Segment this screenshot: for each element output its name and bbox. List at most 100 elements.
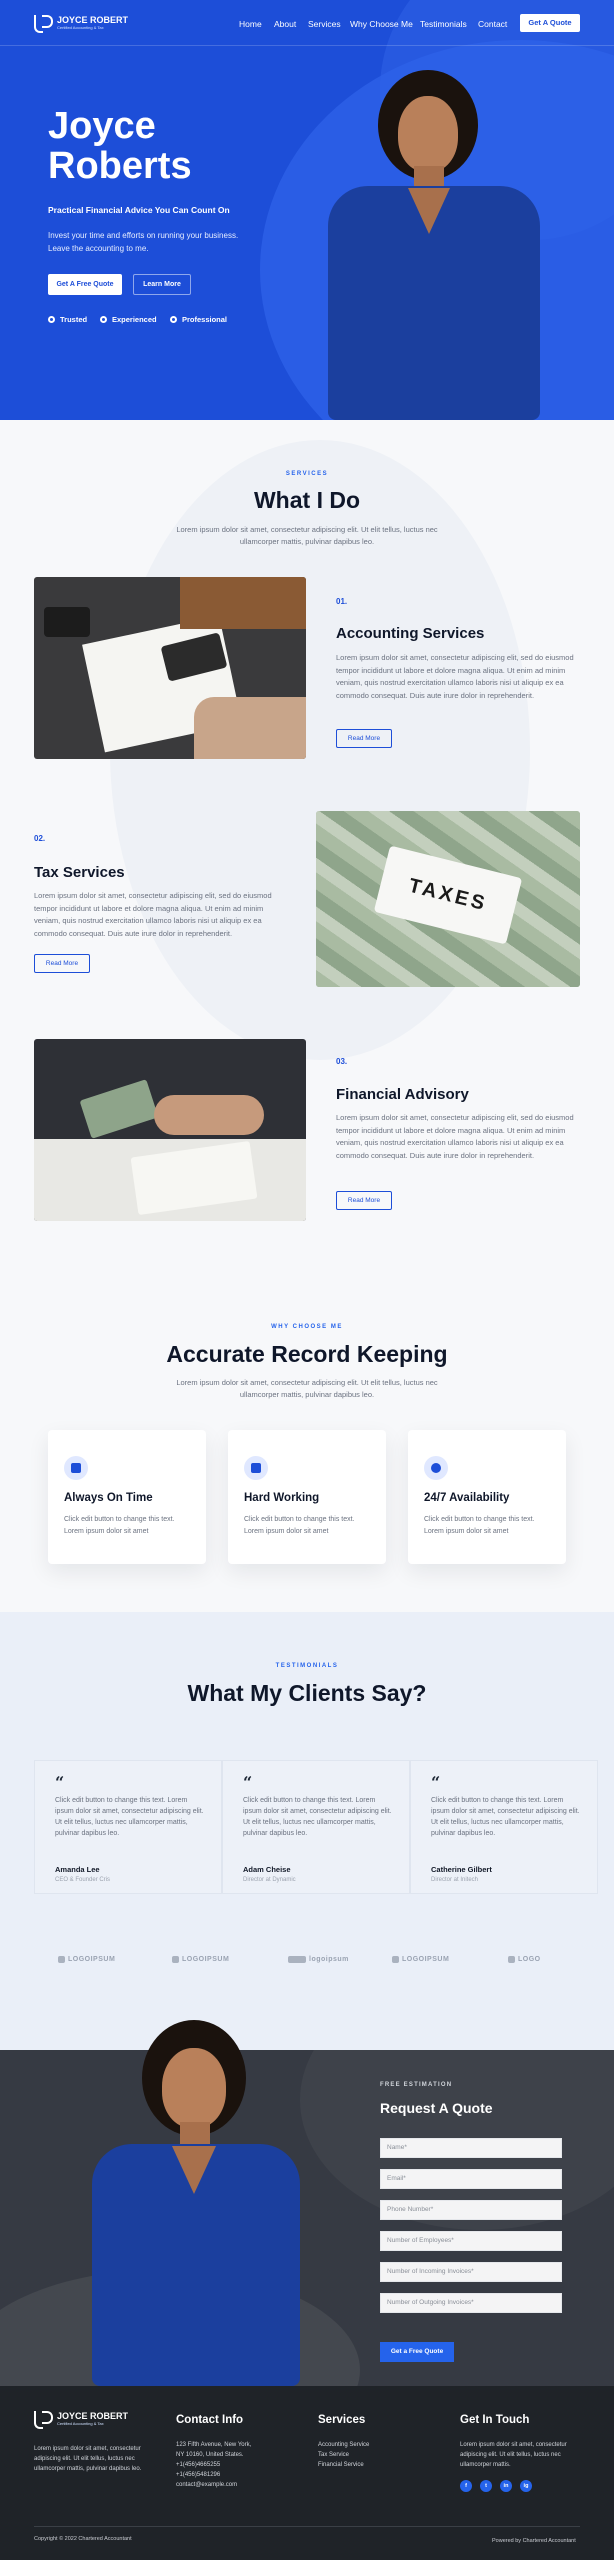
check-circle-icon [100, 316, 107, 323]
footer-service-link[interactable]: Tax Service [318, 2450, 349, 2460]
badge-trusted: Trusted [48, 315, 87, 324]
testimonial-role: Director at Initech [431, 1877, 479, 1883]
logo-icon [34, 2411, 53, 2429]
nav-services[interactable]: Services [308, 19, 341, 29]
footer-logo[interactable]: JOYCE ROBERT Certified Accounting & Tax [34, 2411, 128, 2429]
quote-icon: “ [55, 1773, 65, 1792]
hero-title-line1: Joyce [48, 105, 156, 147]
badge-professional: Professional [170, 315, 227, 324]
service-text: Lorem ipsum dolor sit amet, consectetur … [336, 653, 574, 700]
testimonial-role: CEO & Founder Cris [55, 1877, 111, 1883]
testimonials-eyebrow: TESTIMONIALS [275, 1663, 339, 1669]
hero-description: Invest your time and efforts on running … [48, 231, 239, 253]
service-text: Lorem ipsum dolor sit amet, consectetur … [336, 1113, 574, 1160]
nav-home[interactable]: Home [239, 19, 262, 29]
badge-label: Experienced [112, 315, 157, 324]
check-circle-icon [170, 316, 177, 323]
free-quote-button[interactable]: Get A Free Quote [48, 274, 122, 295]
partner-logo: LOGO [508, 1956, 541, 1963]
nav-why-choose-me[interactable]: Why Choose Me [350, 19, 413, 29]
partner-logo-text: LOGO [518, 1956, 541, 1963]
testimonial-name: Adam Cheise [243, 1865, 291, 1874]
partner-logo-text: logoipsum [309, 1956, 349, 1963]
read-more-button[interactable]: Read More [336, 1191, 392, 1210]
testimonials-heading: What My Clients Say? [187, 1680, 427, 1706]
feature-text: Click edit button to change this text. L… [64, 1516, 175, 1535]
testimonial-name: Amanda Lee [55, 1865, 100, 1874]
why-heading: Accurate Record Keeping [166, 1341, 448, 1367]
services-heading: What I Do [253, 487, 361, 513]
testimonial-name: Catherine Gilbert [431, 1865, 492, 1874]
touch-heading: Get In Touch [460, 2414, 530, 2426]
brand-name: JOYCE ROBERT [57, 15, 129, 25]
testimonial-card: “ Click edit button to change this text.… [222, 1760, 410, 1894]
contact-phone[interactable]: +1(456)4665255 [176, 2460, 220, 2470]
partner-logo-text: LOGOIPSUM [182, 1956, 230, 1963]
footer-about: Lorem ipsum dolor sit amet, consectetur … [34, 2446, 142, 2472]
hero-portrait [320, 70, 560, 420]
clock-icon [424, 1456, 448, 1480]
quote-icon: “ [243, 1773, 253, 1792]
powered-by: Powered by Chartered Accountant [492, 2538, 576, 2544]
linkedin-icon[interactable]: in [500, 2480, 512, 2492]
nav-about[interactable]: About [274, 19, 296, 29]
outgoing-invoices-field[interactable]: Number of Outgoing Invoices* [380, 2293, 562, 2313]
learn-more-button[interactable]: Learn More [133, 274, 191, 295]
partner-logo: logoipsum [288, 1956, 349, 1963]
instagram-icon[interactable]: ig [520, 2480, 532, 2492]
feature-text: Click edit button to change this text. L… [424, 1516, 535, 1535]
nav-testimonials[interactable]: Testimonials [420, 19, 467, 29]
contact-phone[interactable]: +1(456)5481296 [176, 2470, 220, 2480]
name-field[interactable]: Name* [380, 2138, 562, 2158]
facebook-icon[interactable]: f [460, 2480, 472, 2492]
quote-icon: “ [431, 1773, 441, 1792]
check-circle-icon [48, 316, 55, 323]
contact-heading: Contact Info [176, 2414, 244, 2426]
hero-subtitle: Practical Financial Advice You Can Count… [48, 205, 230, 215]
request-eyebrow: FREE ESTIMATION [380, 2082, 453, 2088]
email-field[interactable]: Email* [380, 2169, 562, 2189]
services-footer-heading: Services [318, 2414, 366, 2426]
request-heading: Request A Quote [380, 2100, 493, 2116]
brand-tagline: Certified Accounting & Tax [57, 25, 104, 30]
feature-card: Hard Working Click edit button to change… [228, 1430, 386, 1564]
read-more-button[interactable]: Read More [336, 729, 392, 748]
service-number: 01. [336, 597, 348, 606]
testimonial-quote: Click edit button to change this text. L… [55, 1797, 204, 1837]
get-free-quote-button[interactable]: Get a Free Quote [380, 2342, 454, 2362]
service-text: Lorem ipsum dolor sit amet, consectetur … [34, 891, 272, 938]
why-eyebrow: WHY CHOOSE ME [271, 1324, 343, 1330]
service-title: Financial Advisory [336, 1086, 469, 1103]
employees-field[interactable]: Number of Employees* [380, 2231, 562, 2251]
contact-email[interactable]: contact@example.com [176, 2480, 237, 2490]
tax-image: TAXES [316, 811, 580, 987]
logo[interactable]: JOYCE ROBERT Certified Accounting & Tax [34, 15, 129, 33]
nav-contact[interactable]: Contact [478, 19, 507, 29]
feature-card: Always On Time Click edit button to chan… [48, 1430, 206, 1564]
calendar-check-icon [64, 1456, 88, 1480]
service-number: 02. [34, 834, 46, 843]
testimonial-card: “ Click edit button to change this text.… [34, 1760, 222, 1894]
footer-service-link[interactable]: Financial Service [318, 2460, 364, 2470]
badge-label: Trusted [60, 315, 88, 324]
partner-logo: LOGOIPSUM [58, 1956, 115, 1963]
logo-icon [34, 15, 53, 33]
services-eyebrow: SERVICES [285, 471, 329, 477]
service-number: 03. [336, 1057, 348, 1066]
phone-field[interactable]: Phone Number* [380, 2200, 562, 2220]
incoming-invoices-field[interactable]: Number of Incoming Invoices* [380, 2262, 562, 2282]
testimonial-quote: Click edit button to change this text. L… [243, 1797, 392, 1837]
why-lead: Lorem ipsum dolor sit amet, consectetur … [176, 1378, 438, 1399]
service-title: Tax Services [34, 864, 125, 881]
twitter-icon[interactable]: t [480, 2480, 492, 2492]
read-more-button[interactable]: Read More [34, 954, 90, 973]
service-title: Accounting Services [336, 625, 485, 642]
testimonial-role: Director at Dynamic [243, 1877, 296, 1883]
partner-logo-text: LOGOIPSUM [68, 1956, 116, 1963]
briefcase-icon [244, 1456, 268, 1480]
contact-line: 123 Fifth Avenue, New York, [176, 2442, 252, 2448]
footer-service-link[interactable]: Accounting Service [318, 2440, 369, 2450]
badge-experienced: Experienced [100, 315, 157, 324]
feature-title: Always On Time [64, 1492, 153, 1504]
get-quote-button[interactable]: Get A Quote [520, 14, 580, 32]
